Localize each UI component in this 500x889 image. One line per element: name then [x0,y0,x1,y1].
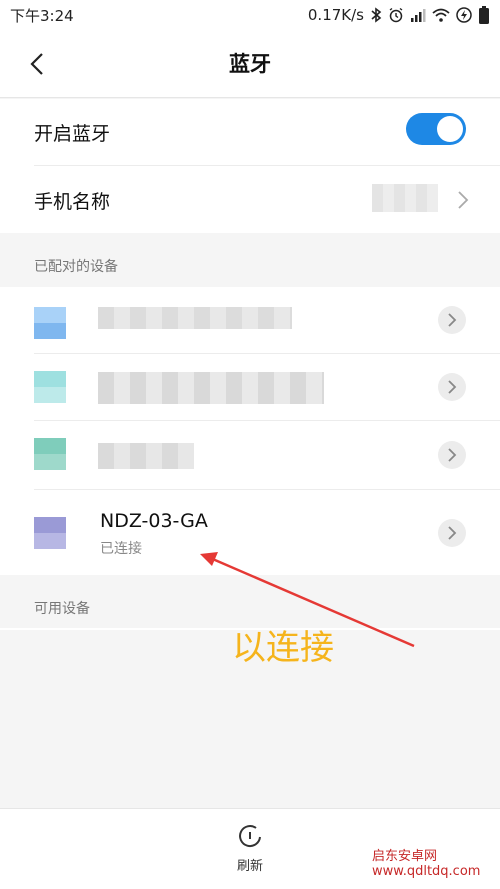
device-icon [34,307,66,339]
device-details-button[interactable] [438,373,466,401]
device-name-blurred [98,307,292,329]
device-icon [34,371,66,403]
device-details-button[interactable] [438,519,466,547]
annotation-text: 以连接 [232,628,334,668]
chevron-right-icon [448,526,457,540]
phone-name-row[interactable]: 手机名称 [0,166,500,233]
watermark: 启东安卓网 www.qdltdq.com [372,849,481,879]
chevron-right-icon [458,191,469,209]
paired-devices-header: 已配对的设备 [34,259,118,275]
status-time: 下午3:24 [10,6,74,25]
device-icon [34,438,66,470]
bluetooth-toggle[interactable] [406,113,466,145]
phone-name-label: 手机名称 [34,191,111,213]
chevron-right-icon [448,380,457,394]
status-icons: 0.17K/s [308,6,490,24]
toggle-knob [437,116,463,142]
device-details-button[interactable] [438,441,466,469]
bluetooth-icon [370,7,382,23]
device-name: NDZ-03-GA [100,510,208,532]
refresh-label: 刷新 [236,859,263,874]
device-status: 已连接 [100,541,142,557]
chevron-right-icon [448,313,457,327]
device-name-blurred [98,443,194,469]
paired-device-row[interactable] [0,354,500,420]
device-icon [34,517,66,549]
paired-device-row-connected[interactable]: NDZ-03-GA 已连接 [0,490,500,575]
paired-device-row[interactable] [0,421,500,489]
alarm-icon [388,7,404,23]
bluetooth-toggle-row[interactable]: 开启蓝牙 [0,99,500,165]
status-bar: 下午3:24 0.17K/s [0,0,500,30]
charging-icon [456,7,472,23]
battery-icon [478,6,490,24]
paired-device-row[interactable] [0,287,500,353]
refresh-icon [239,825,261,847]
bottom-bar: 刷新 启东安卓网 www.qdltdq.com [0,808,500,889]
page-title: 蓝牙 [229,52,271,76]
title-bar: 蓝牙 [0,30,500,98]
refresh-button[interactable]: 刷新 [220,823,280,879]
phone-name-value-blurred [372,184,438,212]
device-details-button[interactable] [438,306,466,334]
signal-icon [410,8,426,22]
wifi-icon [432,8,450,22]
chevron-right-icon [448,448,457,462]
available-devices-header: 可用设备 [34,601,90,617]
device-name-blurred [98,372,324,404]
network-speed: 0.17K/s [307,6,364,24]
bluetooth-toggle-label: 开启蓝牙 [34,123,111,145]
